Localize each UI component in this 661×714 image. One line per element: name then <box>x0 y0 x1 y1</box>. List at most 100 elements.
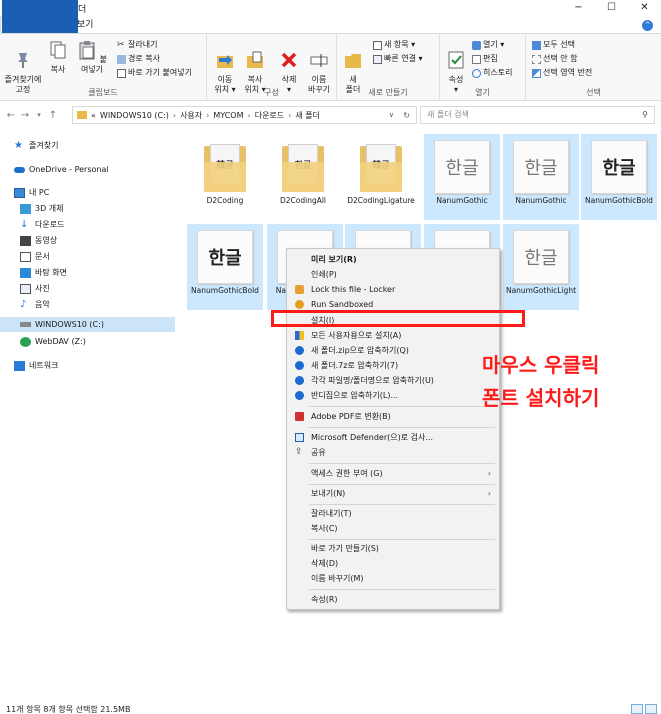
menu-separator <box>309 539 495 540</box>
up-arrow-icon[interactable]: ↑ <box>46 110 60 121</box>
nav-item-music[interactable]: ♪ 음악 <box>0 297 175 312</box>
nav-item-desktop[interactable]: 바탕 화면 <box>0 265 175 280</box>
nav-item-this-pc[interactable]: 내 PC <box>0 185 175 200</box>
search-placeholder: 새 폴더 검색 <box>427 110 469 119</box>
breadcrumb-chevron-icon[interactable]: › <box>248 111 251 120</box>
breadcrumb-overflow[interactable]: « <box>91 111 96 120</box>
menu-item-preview[interactable]: 미리 보기(R) <box>287 252 499 267</box>
menu-item-properties[interactable]: 속성(R) <box>287 592 499 607</box>
large-icons-view-icon[interactable] <box>645 704 657 714</box>
cut-label: 잘라내기 <box>128 40 158 49</box>
paste-button[interactable]: 붙여넣기 <box>74 40 110 75</box>
details-view-icon[interactable] <box>631 704 643 714</box>
nav-item-label: 내 PC <box>29 188 50 197</box>
recent-locations-icon[interactable]: ▾ <box>32 111 46 119</box>
nav-item-onedrive[interactable]: OneDrive - Personal <box>0 162 175 177</box>
font-item-nanumgothiclight[interactable]: 한글 NanumGothicLight <box>503 224 579 310</box>
paste-shortcut-button[interactable]: 바로 가기 붙여넣기 <box>117 68 192 78</box>
file-name: NanumGothicBold <box>191 286 259 295</box>
breadcrumb-chevron-icon[interactable]: › <box>288 111 291 120</box>
invert-selection-button[interactable]: 선택 영역 반전 <box>532 68 592 78</box>
history-button[interactable]: 히스토리 <box>472 68 512 78</box>
refresh-icon[interactable]: ↻ <box>403 111 410 120</box>
ribbon: 즐겨찾기에 고정 복사 붙여넣기 ✂ 잘라내기 경로 복사 바로 가기 붙여넣기… <box>0 33 661 101</box>
nav-item-label: OneDrive - Personal <box>29 165 109 174</box>
nav-item-c-drive[interactable]: WINDOWS10 (C:) <box>0 317 175 332</box>
new-group-label: 새로 만들기 <box>368 88 408 97</box>
maximize-button[interactable]: ☐ <box>595 0 628 16</box>
menu-item-create-shortcut[interactable]: 바로 가기 만들기(S) <box>287 541 499 556</box>
font-item-nanumgothic[interactable]: 한글 NanumGothic <box>424 134 500 220</box>
breadcrumb-downloads[interactable]: 다운로드 <box>255 110 284 121</box>
bandizip-icon <box>295 361 304 370</box>
menu-item-cut[interactable]: 잘라내기(T) <box>287 506 499 521</box>
back-arrow-icon[interactable]: ← <box>4 110 18 121</box>
folder-icon: 韓글 <box>356 140 406 194</box>
open-group-label: 열기 <box>475 88 490 97</box>
nav-item-3d-objects[interactable]: 3D 개체 <box>0 201 175 216</box>
forward-arrow-icon[interactable]: → <box>18 110 32 121</box>
select-all-button[interactable]: 모두 선택 <box>532 40 575 50</box>
breadcrumb-chevron-icon[interactable]: › <box>206 111 209 120</box>
menu-item-delete[interactable]: 삭제(D) <box>287 556 499 571</box>
address-dropdown-icon[interactable]: ∨ <box>389 111 394 119</box>
font-item-nanumgothicbold[interactable]: 한글 NanumGothicBold <box>187 224 263 310</box>
menu-item-share[interactable]: ⇪ 공유 <box>287 445 499 460</box>
menu-item-compress-each[interactable]: 각각 파일명/폴더명으로 압축하기(U) <box>287 373 499 388</box>
nav-item-network[interactable]: 네트워크 <box>0 358 175 373</box>
menu-item-install-all-users[interactable]: 모든 사용자용으로 설치(A) <box>287 328 499 343</box>
menu-item-defender-scan[interactable]: Microsoft Defender(으)로 검사... <box>287 430 499 445</box>
menu-item-compress-zip[interactable]: 새 폴더.zip으로 압축하기(Q) <box>287 343 499 358</box>
nav-item-webdav[interactable]: WebDAV (Z:) <box>0 334 175 349</box>
menu-item-give-access[interactable]: 액세스 권한 부여 (G) › <box>287 466 499 481</box>
menu-item-print[interactable]: 인쇄(P) <box>287 267 499 282</box>
nav-item-pictures[interactable]: 사진 <box>0 281 175 296</box>
nav-item-downloads[interactable]: ↓ 다운로드 <box>0 217 175 232</box>
breadcrumb-user[interactable]: MYCOM <box>213 111 243 120</box>
menu-item-lock-file[interactable]: Lock this file - Locker <box>287 282 499 297</box>
rename-icon <box>310 54 328 67</box>
copy-button[interactable]: 복사 <box>46 40 70 75</box>
breadcrumb-drive[interactable]: WINDOWS10 (C:) <box>100 111 169 120</box>
font-item-nanumgothicbold[interactable]: 한글 NanumGothicBold <box>581 134 657 220</box>
open-group: 속성 ▾ 열기 ▾ 편집 히스토리 열기 <box>440 34 526 101</box>
annotation-line-1: 마우스 우클릭 <box>482 353 600 377</box>
file-name: NanumGothic <box>515 196 567 205</box>
nav-item-videos[interactable]: 동영상 <box>0 233 175 248</box>
edit-button[interactable]: 편집 <box>472 54 498 64</box>
move-to-icon <box>217 55 233 68</box>
nav-item-documents[interactable]: 문서 <box>0 249 175 264</box>
menu-item-adobe-pdf[interactable]: Adobe PDF로 변환(B) <box>287 409 499 424</box>
help-icon[interactable]: ^ <box>642 20 653 31</box>
folder-item-d2coding[interactable]: 韓글 D2Coding <box>187 134 263 220</box>
menu-item-compress-bandizip[interactable]: 반디집으로 압축하기(L)... <box>287 388 499 403</box>
address-bar[interactable]: « WINDOWS10 (C:) › 사용자 › MYCOM › 다운로드 › … <box>72 106 417 124</box>
easy-access-button[interactable]: 빠른 연결 ▾ <box>373 54 423 64</box>
breadcrumb-current[interactable]: 새 폴더 <box>295 110 320 121</box>
nav-item-quick-access[interactable]: ★ 즐겨찾기 <box>0 138 175 153</box>
menu-item-send-to[interactable]: 보내기(N) › <box>287 486 499 501</box>
menu-item-compress-7z[interactable]: 새 폴더.7z로 압축하기(7) <box>287 358 499 373</box>
file-name: D2CodingLigature <box>347 196 415 205</box>
submenu-chevron-icon: › <box>487 469 491 478</box>
select-none-button[interactable]: 선택 안 함 <box>532 54 578 64</box>
font-item-nanumgothic[interactable]: 한글 NanumGothic <box>503 134 579 220</box>
copy-path-button[interactable]: 경로 복사 <box>117 54 160 64</box>
tab-file[interactable]: 파일 <box>2 0 78 33</box>
menu-item-rename[interactable]: 이름 바꾸기(M) <box>287 571 499 586</box>
folder-item-d2codingall[interactable]: 한글 D2CodingAll <box>265 134 341 220</box>
breadcrumb-chevron-icon[interactable]: › <box>173 111 176 120</box>
close-button[interactable]: ✕ <box>628 0 661 16</box>
folder-item-d2codingligature[interactable]: 韓글 D2CodingLigature <box>343 134 419 220</box>
search-input[interactable]: 새 폴더 검색 ⚲ <box>420 106 655 124</box>
new-item-button[interactable]: 새 항목 ▾ <box>373 40 415 50</box>
minimize-button[interactable]: − <box>562 0 595 16</box>
breadcrumb-users[interactable]: 사용자 <box>180 110 202 121</box>
delete-x-icon <box>281 52 297 68</box>
search-icon: ⚲ <box>642 110 648 119</box>
open-button[interactable]: 열기 ▾ <box>472 40 504 50</box>
menu-item-copy[interactable]: 복사(C) <box>287 521 499 536</box>
paste-icon <box>79 41 95 60</box>
cut-button[interactable]: ✂ 잘라내기 <box>117 40 157 50</box>
open-icon <box>472 40 481 50</box>
